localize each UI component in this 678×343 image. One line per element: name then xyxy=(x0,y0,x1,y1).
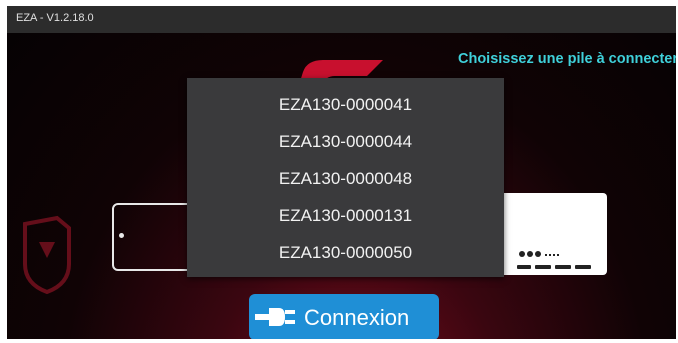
battery-led-small xyxy=(549,254,551,256)
phone-button xyxy=(119,233,124,238)
battery-led-small xyxy=(545,254,547,256)
battery-slot xyxy=(575,265,591,269)
brand-watermark-icon xyxy=(23,215,71,294)
device-list: EZA130-0000041 EZA130-0000044 EZA130-000… xyxy=(187,78,504,277)
device-option[interactable]: EZA130-0000131 xyxy=(187,198,504,234)
battery-led xyxy=(519,251,525,257)
battery-led-small xyxy=(553,254,555,256)
battery-slot xyxy=(555,265,571,269)
battery-led xyxy=(527,251,533,257)
battery-illustration xyxy=(489,193,607,275)
device-option[interactable]: EZA130-0000044 xyxy=(187,124,504,160)
battery-led xyxy=(535,251,541,257)
plug-icon xyxy=(255,308,295,326)
device-option[interactable]: EZA130-0000050 xyxy=(187,235,504,271)
battery-slot xyxy=(517,265,531,269)
device-option[interactable]: EZA130-0000048 xyxy=(187,161,504,197)
app-screen: EZA - V1.2.18.0 Choisissez une pile à co… xyxy=(7,6,676,339)
battery-slot xyxy=(535,265,551,269)
window-title: EZA - V1.2.18.0 xyxy=(16,12,94,24)
battery-led-small xyxy=(557,254,559,256)
connect-button-label: Connexion xyxy=(304,305,410,330)
connect-button[interactable]: Connexion xyxy=(249,294,439,339)
device-option[interactable]: EZA130-0000041 xyxy=(187,87,504,123)
select-pile-prompt: Choisissez une pile à connecter xyxy=(458,51,676,67)
title-bar: EZA - V1.2.18.0 xyxy=(7,6,676,33)
